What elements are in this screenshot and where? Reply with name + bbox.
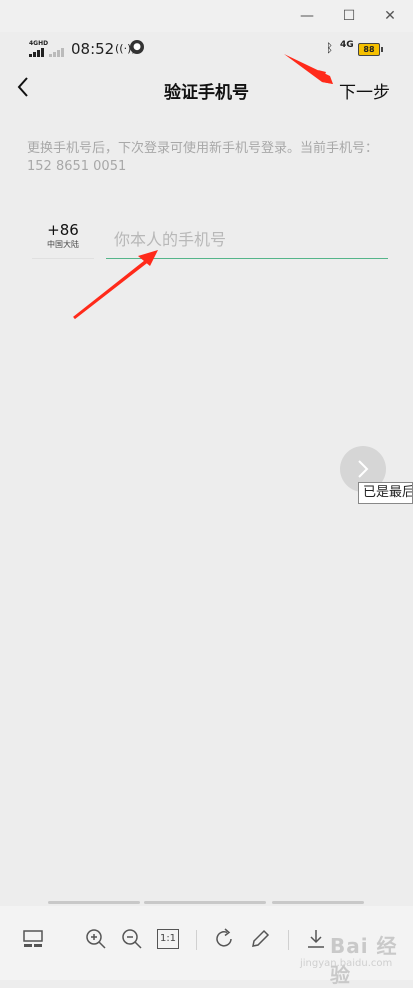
status-bar: 4GHD 08:52 ((·)) ● ᛒ 4G 88 — [0, 34, 413, 66]
actual-size-button[interactable]: 1:1 — [155, 926, 181, 952]
battery-icon: 88 — [358, 43, 383, 56]
zoom-out-button[interactable] — [119, 926, 145, 952]
status-time: 08:52 — [71, 40, 115, 58]
flame-icon: ● — [130, 40, 144, 54]
country-code-selector[interactable]: +86 中国大陆 — [32, 220, 94, 259]
country-code: +86 — [47, 221, 79, 239]
page-scrollbar[interactable] — [48, 901, 364, 904]
zoom-out-icon — [122, 929, 142, 949]
rotate-button[interactable] — [211, 926, 237, 952]
chevron-right-icon — [358, 460, 369, 478]
signal-icon — [29, 47, 69, 57]
zoom-in-button[interactable] — [83, 926, 109, 952]
zoom-in-icon — [86, 929, 106, 949]
change-phone-hint: 更换手机号后，下次登录可使用新手机号登录。当前手机号：152 8651 0051 — [27, 141, 379, 174]
toolbar-divider — [196, 930, 197, 950]
rotate-icon — [216, 928, 232, 947]
edit-button[interactable] — [247, 926, 273, 952]
country-region: 中国大陆 — [47, 240, 79, 249]
download-button[interactable] — [303, 926, 329, 952]
actual-size-icon: 1:1 — [157, 929, 179, 949]
next-step-button[interactable]: 下一步 — [339, 78, 390, 103]
thumbnail-button[interactable] — [20, 926, 46, 952]
thumbnail-icon — [23, 930, 43, 947]
toolbar-divider — [288, 930, 289, 950]
network-label: 4G — [340, 40, 354, 50]
signal-type-label: 4GHD — [29, 40, 49, 47]
last-page-tooltip: 已是最后一页 — [358, 482, 413, 504]
bluetooth-icon: ᛒ — [326, 41, 334, 55]
viewer-title-bar: — ☐ ✕ — [0, 0, 413, 32]
watermark-url: jingyan.baidu.com — [300, 958, 393, 969]
minimize-button[interactable]: — — [298, 7, 316, 25]
phone-number-input[interactable] — [106, 220, 388, 259]
download-icon — [308, 930, 324, 948]
close-button[interactable]: ✕ — [381, 7, 399, 25]
edit-icon — [252, 929, 270, 947]
maximize-button[interactable]: ☐ — [340, 7, 358, 25]
